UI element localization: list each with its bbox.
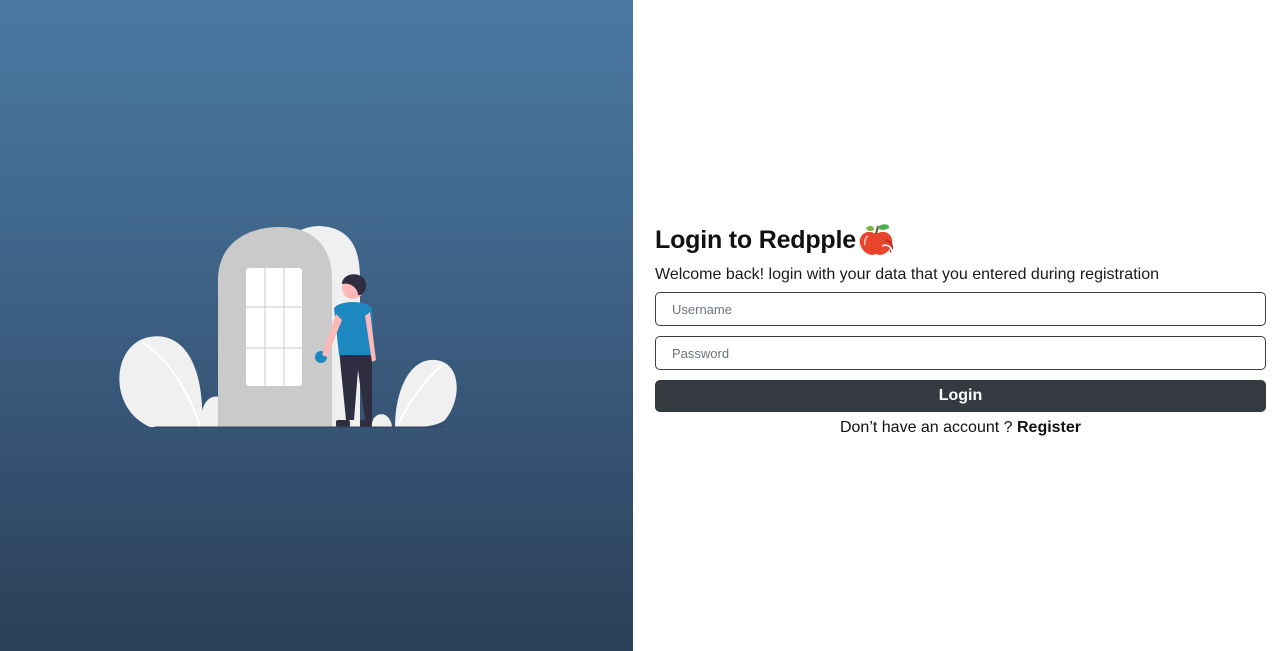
red-apple-logo-icon [859, 224, 894, 255]
register-link[interactable]: Register [1017, 419, 1081, 436]
person-at-door-illustration [119, 226, 457, 428]
hero-panel [0, 0, 633, 651]
right-leaf-shape [395, 359, 457, 428]
login-button[interactable]: Login [655, 380, 1266, 412]
left-leaf-shape [119, 336, 203, 427]
page-subtitle: Welcome back! login with your data that … [655, 266, 1159, 283]
door-window [246, 268, 302, 386]
login-form: Login to Redpple Welcome back! login wit… [655, 222, 1266, 438]
small-bush-right [371, 414, 392, 427]
login-panel: Login to Redpple Welcome back! login wit… [633, 0, 1279, 651]
register-row: Don’t have an account ? Register [655, 418, 1266, 438]
login-page: Login to Redpple Welcome back! login wit… [0, 0, 1279, 651]
password-input[interactable] [655, 336, 1266, 370]
page-title: Login to Redpple [655, 225, 856, 254]
register-prompt: Don’t have an account ? [839, 419, 1017, 436]
title-row: Login to Redpple [655, 222, 1266, 258]
username-input[interactable] [655, 292, 1266, 326]
